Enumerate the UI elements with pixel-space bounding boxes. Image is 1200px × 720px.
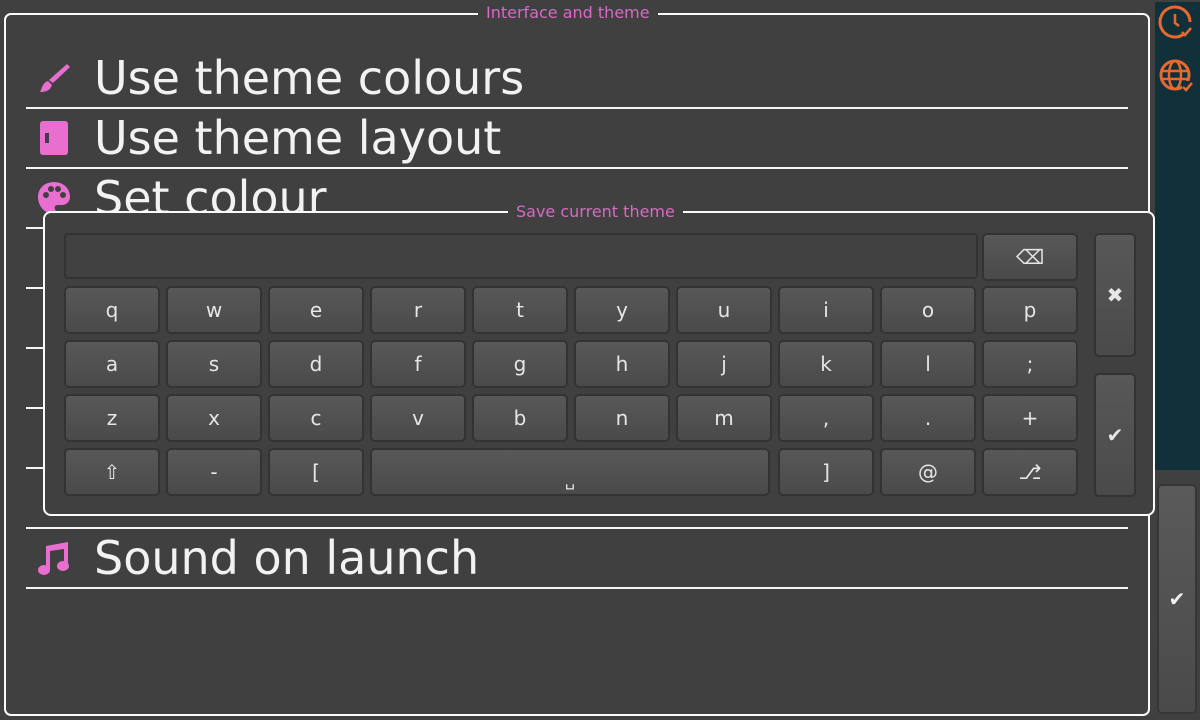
at-key[interactable]: @	[880, 448, 976, 496]
key-label: d	[309, 352, 323, 376]
checkmark-icon: ✔	[1168, 587, 1186, 611]
key-label: q	[105, 298, 119, 322]
key-label: j	[721, 352, 727, 376]
key-v[interactable]: v	[370, 394, 466, 442]
space-icon: ␣	[564, 471, 576, 490]
music-note-icon	[36, 540, 72, 576]
key-h[interactable]: h	[574, 340, 670, 388]
key-b[interactable]: b	[472, 394, 568, 442]
shift-key[interactable]: ⇧	[64, 448, 160, 496]
keyboard-dialog-title: Save current theme	[508, 203, 683, 221]
key-label: b	[513, 406, 527, 430]
menu-item-label: Use theme layout	[94, 111, 502, 165]
key-label: h	[615, 352, 629, 376]
layout-switch-key[interactable]: ⎇	[982, 448, 1078, 496]
key-o[interactable]: o	[880, 286, 976, 334]
key-.[interactable]: .	[880, 394, 976, 442]
key-j[interactable]: j	[676, 340, 772, 388]
key-i[interactable]: i	[778, 286, 874, 334]
key-;[interactable]: ;	[982, 340, 1078, 388]
key-label: c	[310, 406, 322, 430]
menu-item-sound-on-launch[interactable]: Sound on launch	[26, 529, 1128, 589]
key-r[interactable]: r	[370, 286, 466, 334]
key-m[interactable]: m	[676, 394, 772, 442]
key-l[interactable]: l	[880, 340, 976, 388]
shift-icon: ⇧	[103, 460, 121, 484]
menu-item-label: Sound on launch	[94, 531, 480, 585]
menu-item-label: Use theme colours	[94, 51, 525, 105]
key-t[interactable]: t	[472, 286, 568, 334]
key-label: -	[210, 460, 218, 484]
key-label: y	[616, 298, 628, 322]
key-label: o	[921, 298, 935, 322]
clock-check-icon[interactable]	[1158, 4, 1194, 40]
dash-key[interactable]: -	[166, 448, 262, 496]
key-x[interactable]: x	[166, 394, 262, 442]
key-y[interactable]: y	[574, 286, 670, 334]
space-key[interactable]: ␣	[370, 448, 770, 496]
panel-title: Interface and theme	[478, 4, 658, 22]
layout-switch-icon: ⎇	[1018, 460, 1042, 484]
key-label: .	[924, 406, 932, 430]
key-label: x	[208, 406, 220, 430]
globe-check-icon[interactable]	[1158, 58, 1194, 94]
key-p[interactable]: p	[982, 286, 1078, 334]
key-label: g	[513, 352, 527, 376]
key-label: k	[820, 352, 832, 376]
checkmark-icon: ✔	[1106, 423, 1124, 447]
key-label: u	[717, 298, 731, 322]
key-label: m	[714, 406, 734, 430]
key-label: r	[413, 298, 423, 322]
key-label: l	[925, 352, 931, 376]
key-z[interactable]: z	[64, 394, 160, 442]
paintbrush-icon	[36, 60, 72, 96]
key-,[interactable]: ,	[778, 394, 874, 442]
side-confirm-button[interactable]: ✔	[1157, 484, 1197, 714]
key-n[interactable]: n	[574, 394, 670, 442]
theme-name-input[interactable]	[64, 233, 978, 279]
key-label: i	[823, 298, 829, 322]
confirm-button[interactable]: ✔	[1094, 373, 1136, 497]
key-a[interactable]: a	[64, 340, 160, 388]
bracket-close-key[interactable]: ]	[778, 448, 874, 496]
layout-icon	[36, 120, 72, 156]
key-label: s	[208, 352, 220, 376]
key-label: ]	[822, 460, 830, 484]
key-s[interactable]: s	[166, 340, 262, 388]
key-label: t	[516, 298, 524, 322]
key-label: ,	[822, 406, 830, 430]
key-label: p	[1023, 298, 1037, 322]
key-label: @	[918, 460, 938, 484]
key-label: +	[1021, 406, 1039, 430]
key-q[interactable]: q	[64, 286, 160, 334]
key-label: ;	[1026, 352, 1034, 376]
key-label: f	[414, 352, 422, 376]
key-label: e	[309, 298, 323, 322]
key-u[interactable]: u	[676, 286, 772, 334]
key-label: z	[106, 406, 118, 430]
close-icon: ✖	[1106, 283, 1124, 307]
cancel-button[interactable]: ✖	[1094, 233, 1136, 357]
key-g[interactable]: g	[472, 340, 568, 388]
key-label: n	[615, 406, 629, 430]
bracket-open-key[interactable]: [	[268, 448, 364, 496]
save-theme-keyboard-dialog: Save current theme q w e r t y u i o p a s d f g h j k l; z…	[43, 203, 1155, 516]
key-label: w	[205, 298, 223, 322]
key-f[interactable]: f	[370, 340, 466, 388]
key-d[interactable]: d	[268, 340, 364, 388]
backspace-icon: ⌫	[1015, 245, 1045, 269]
menu-item-use-theme-layout[interactable]: Use theme layout	[26, 109, 1128, 169]
key-label: a	[105, 352, 119, 376]
key-e[interactable]: e	[268, 286, 364, 334]
key-label: [	[312, 460, 320, 484]
key-label: v	[412, 406, 424, 430]
key-+[interactable]: +	[982, 394, 1078, 442]
backspace-key[interactable]: ⌫	[982, 233, 1078, 281]
key-k[interactable]: k	[778, 340, 874, 388]
key-c[interactable]: c	[268, 394, 364, 442]
key-w[interactable]: w	[166, 286, 262, 334]
menu-item-use-theme-colours[interactable]: Use theme colours	[26, 49, 1128, 109]
